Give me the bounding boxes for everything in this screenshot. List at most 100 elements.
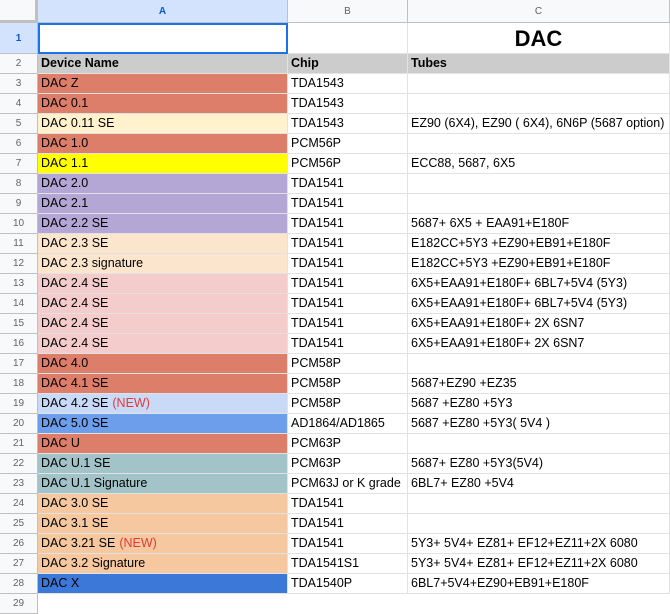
cell-tubes[interactable] bbox=[408, 514, 670, 534]
cell-tubes[interactable]: 5687+ EZ80 +5Y3(5V4) bbox=[408, 454, 670, 474]
row-header-1[interactable]: 1 bbox=[0, 23, 38, 54]
row-header[interactable]: 23 bbox=[0, 474, 38, 494]
cell-device-name[interactable]: DAC 1.1 bbox=[38, 154, 288, 174]
cell-device-name[interactable]: DAC 3.21 SE (NEW) bbox=[38, 534, 288, 554]
cell-chip[interactable]: TDA1541 bbox=[288, 514, 408, 534]
cell-tubes[interactable]: 6X5+EAA91+E180F+ 2X 6SN7 bbox=[408, 334, 670, 354]
cell-tubes[interactable] bbox=[408, 174, 670, 194]
cell-device-name[interactable]: DAC 3.0 SE bbox=[38, 494, 288, 514]
cell-device-name[interactable]: DAC 3.2 Signature bbox=[38, 554, 288, 574]
cell-tubes[interactable]: EZ90 (6X4), EZ90 ( 6X4), 6N6P (5687 opti… bbox=[408, 114, 670, 134]
row-header-2[interactable]: 2 bbox=[0, 54, 38, 74]
row-header[interactable]: 20 bbox=[0, 414, 38, 434]
cell-tubes[interactable]: 5687 +EZ80 +5Y3( 5V4 ) bbox=[408, 414, 670, 434]
cell-chip[interactable]: TDA1541 bbox=[288, 334, 408, 354]
cell-tubes[interactable]: 6BL7+5V4+EZ90+EB91+E180F bbox=[408, 574, 670, 594]
cell-device-name[interactable]: DAC 2.4 SE bbox=[38, 274, 288, 294]
cell-tubes[interactable] bbox=[408, 354, 670, 374]
cell-device-name[interactable]: DAC 0.1 bbox=[38, 94, 288, 114]
column-header-a[interactable]: A bbox=[38, 0, 288, 23]
cell-chip[interactable]: TDA1540P bbox=[288, 574, 408, 594]
row-header[interactable]: 13 bbox=[0, 274, 38, 294]
cell-device-name[interactable]: DAC 3.1 SE bbox=[38, 514, 288, 534]
cell-device-name[interactable]: DAC 2.1 bbox=[38, 194, 288, 214]
cell-chip[interactable]: TDA1541 bbox=[288, 194, 408, 214]
cell-chip[interactable]: TDA1541 bbox=[288, 534, 408, 554]
cell-tubes[interactable] bbox=[408, 74, 670, 94]
cell-chip[interactable]: PCM58P bbox=[288, 374, 408, 394]
row-header[interactable]: 17 bbox=[0, 354, 38, 374]
cell-device-name[interactable]: DAC U.1 Signature bbox=[38, 474, 288, 494]
cell-device-name[interactable]: DAC 2.4 SE bbox=[38, 334, 288, 354]
row-header[interactable]: 28 bbox=[0, 574, 38, 594]
column-header-c[interactable]: C bbox=[408, 0, 670, 23]
cell-device-name[interactable]: DAC 2.4 SE bbox=[38, 314, 288, 334]
cell-chip[interactable]: PCM63P bbox=[288, 434, 408, 454]
cell-device-name[interactable]: DAC Z bbox=[38, 74, 288, 94]
cell-tubes[interactable]: E182CC+5Y3 +EZ90+EB91+E180F bbox=[408, 254, 670, 274]
row-header[interactable]: 22 bbox=[0, 454, 38, 474]
row-header[interactable]: 16 bbox=[0, 334, 38, 354]
cell-chip[interactable]: PCM56P bbox=[288, 154, 408, 174]
row-header[interactable]: 11 bbox=[0, 234, 38, 254]
row-header[interactable]: 6 bbox=[0, 134, 38, 154]
row-header[interactable]: 5 bbox=[0, 114, 38, 134]
row-header-29[interactable]: 29 bbox=[0, 594, 38, 614]
cell-device-name[interactable]: DAC 5.0 SE bbox=[38, 414, 288, 434]
cell-device-name[interactable]: DAC 2.0 bbox=[38, 174, 288, 194]
cell-chip[interactable]: PCM63J or K grade bbox=[288, 474, 408, 494]
row-header[interactable]: 9 bbox=[0, 194, 38, 214]
row-header[interactable]: 18 bbox=[0, 374, 38, 394]
header-chip[interactable]: Chip bbox=[288, 54, 408, 74]
cell-chip[interactable]: PCM63P bbox=[288, 454, 408, 474]
row-header[interactable]: 10 bbox=[0, 214, 38, 234]
cell-chip[interactable]: TDA1541 bbox=[288, 174, 408, 194]
cell-chip[interactable]: PCM58P bbox=[288, 394, 408, 414]
row-header[interactable]: 24 bbox=[0, 494, 38, 514]
cell-device-name[interactable]: DAC U bbox=[38, 434, 288, 454]
row-header[interactable]: 4 bbox=[0, 94, 38, 114]
cell-device-name[interactable]: DAC X bbox=[38, 574, 288, 594]
cell-tubes[interactable]: 5Y3+ 5V4+ EZ81+ EF12+EZ11+2X 6080 bbox=[408, 554, 670, 574]
cell-a1[interactable] bbox=[38, 23, 288, 54]
row-header[interactable]: 8 bbox=[0, 174, 38, 194]
cell-chip[interactable]: TDA1541 bbox=[288, 274, 408, 294]
cell-chip[interactable]: TDA1541S1 bbox=[288, 554, 408, 574]
cell-device-name[interactable]: DAC 4.1 SE bbox=[38, 374, 288, 394]
cell-tubes[interactable]: 6X5+EAA91+E180F+ 6BL7+5V4 (5Y3) bbox=[408, 274, 670, 294]
cell-tubes[interactable]: ECC88, 5687, 6X5 bbox=[408, 154, 670, 174]
cell-chip[interactable]: TDA1543 bbox=[288, 114, 408, 134]
cell-tubes[interactable] bbox=[408, 494, 670, 514]
cell-tubes[interactable] bbox=[408, 194, 670, 214]
cell-device-name[interactable]: DAC U.1 SE bbox=[38, 454, 288, 474]
cell-tubes[interactable] bbox=[408, 434, 670, 454]
sheet-title-cell[interactable]: DAC bbox=[408, 23, 670, 54]
cell-device-name[interactable]: DAC 4.2 SE (NEW) bbox=[38, 394, 288, 414]
cell-device-name[interactable]: DAC 2.3 signature bbox=[38, 254, 288, 274]
cell-device-name[interactable]: DAC 4.0 bbox=[38, 354, 288, 374]
cell-device-name[interactable]: DAC 0.11 SE bbox=[38, 114, 288, 134]
row-header[interactable]: 19 bbox=[0, 394, 38, 414]
cell-chip[interactable]: TDA1541 bbox=[288, 494, 408, 514]
header-device-name[interactable]: Device Name bbox=[38, 54, 288, 74]
cell-tubes[interactable]: 6BL7+ EZ80 +5V4 bbox=[408, 474, 670, 494]
cell-tubes[interactable]: 6X5+EAA91+E180F+ 6BL7+5V4 (5Y3) bbox=[408, 294, 670, 314]
cell-tubes[interactable]: E182CC+5Y3 +EZ90+EB91+E180F bbox=[408, 234, 670, 254]
cell-chip[interactable]: AD1864/AD1865 bbox=[288, 414, 408, 434]
cell-chip[interactable]: TDA1541 bbox=[288, 294, 408, 314]
row-header[interactable]: 3 bbox=[0, 74, 38, 94]
cell-tubes[interactable]: 6X5+EAA91+E180F+ 2X 6SN7 bbox=[408, 314, 670, 334]
row-header[interactable]: 7 bbox=[0, 154, 38, 174]
cell-b1[interactable] bbox=[288, 23, 408, 54]
cell-tubes[interactable]: 5687+ 6X5 + EAA91+E180F bbox=[408, 214, 670, 234]
cell-tubes[interactable] bbox=[408, 94, 670, 114]
cell-tubes[interactable]: 5687 +EZ80 +5Y3 bbox=[408, 394, 670, 414]
cell-chip[interactable]: TDA1541 bbox=[288, 314, 408, 334]
row-header[interactable]: 21 bbox=[0, 434, 38, 454]
row-header[interactable]: 12 bbox=[0, 254, 38, 274]
cell-chip[interactable]: TDA1541 bbox=[288, 214, 408, 234]
cell-tubes[interactable]: 5Y3+ 5V4+ EZ81+ EF12+EZ11+2X 6080 bbox=[408, 534, 670, 554]
header-tubes[interactable]: Tubes bbox=[408, 54, 670, 74]
cell-chip[interactable]: TDA1543 bbox=[288, 74, 408, 94]
cell-chip[interactable]: TDA1543 bbox=[288, 94, 408, 114]
